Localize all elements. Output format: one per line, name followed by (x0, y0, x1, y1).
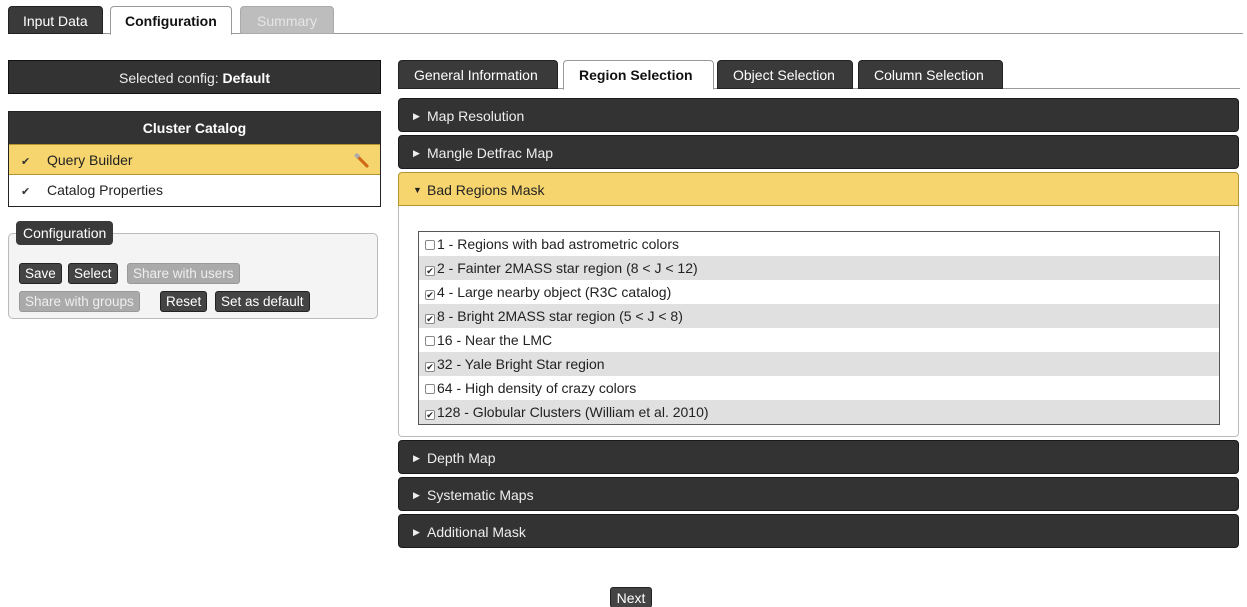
list-item-label: 2 - Fainter 2MASS star region (8 < J < 1… (437, 260, 698, 276)
tab-object-selection[interactable]: Object Selection (717, 60, 853, 89)
bad-regions-list: 1 - Regions with bad astrometric colors … (418, 231, 1220, 425)
caret-right-icon: ▶ (413, 527, 420, 537)
catalog-item-label: Catalog Properties (47, 182, 163, 198)
accordion-systematic-maps[interactable]: ▶ Systematic Maps (398, 477, 1239, 511)
caret-right-icon: ▶ (413, 490, 420, 500)
checkbox[interactable]: ✔ (425, 290, 435, 300)
checkbox[interactable] (425, 240, 435, 250)
checkbox[interactable] (425, 336, 435, 346)
checkbox[interactable]: ✔ (425, 362, 435, 372)
caret-right-icon: ▶ (413, 453, 420, 463)
configuration-legend: Configuration (16, 221, 114, 245)
check-icon: ✔ (21, 156, 31, 168)
top-tab-bar: Input Data Configuration Summary (8, 6, 1243, 35)
tab-column-selection[interactable]: Column Selection (858, 60, 1003, 89)
cluster-catalog-panel: Cluster Catalog ✔ Query Builder ✔ Catalog … (8, 111, 381, 207)
list-item-label: 128 - Globular Clusters (William et al. … (437, 404, 709, 420)
list-item[interactable]: ✔ 4 - Large nearby object (R3C catalog) (419, 280, 1219, 304)
tab-summary[interactable]: Summary (240, 6, 334, 34)
catalog-title: Cluster Catalog (9, 112, 380, 144)
tab-configuration[interactable]: Configuration (110, 6, 232, 35)
selected-config-bar: Selected config: Default (8, 60, 381, 94)
tab-region-selection[interactable]: Region Selection (563, 60, 714, 90)
bad-regions-panel: 1 - Regions with bad astrometric colors … (398, 206, 1239, 437)
tab-input-data[interactable]: Input Data (8, 6, 103, 34)
checkbox[interactable] (425, 384, 435, 394)
check-icon: ✔ (21, 186, 31, 198)
list-item[interactable]: 64 - High density of crazy colors (419, 376, 1219, 400)
list-item[interactable]: 1 - Regions with bad astrometric colors (419, 232, 1219, 256)
list-item[interactable]: ✔ 32 - Yale Bright Star region (419, 352, 1219, 376)
sub-tab-bar: General Information Region Selection Obj… (398, 60, 1240, 90)
share-with-groups-button[interactable]: Share with groups (19, 291, 140, 312)
accordion-label: Mangle Detfrac Map (427, 145, 554, 161)
catalog-item-label: Query Builder (47, 152, 133, 168)
list-item-label: 16 - Near the LMC (437, 332, 553, 348)
catalog-item-catalog-properties[interactable]: ✔ Catalog Properties (9, 175, 380, 206)
accordion-label: Bad Regions Mask (427, 182, 545, 198)
tab-general-information[interactable]: General Information (398, 60, 558, 89)
accordion-label: Map Resolution (427, 108, 525, 124)
selected-config-label: Selected config: (119, 70, 219, 86)
accordion-depth-map[interactable]: ▶ Depth Map (398, 440, 1239, 474)
list-item-label: 1 - Regions with bad astrometric colors (437, 236, 679, 252)
accordion-bad-regions-mask[interactable]: ▼ Bad Regions Mask (398, 172, 1239, 206)
list-item[interactable]: ✔ 8 - Bright 2MASS star region (5 < J < 8… (419, 304, 1219, 328)
accordion-additional-mask[interactable]: ▶ Additional Mask (398, 514, 1239, 548)
share-with-users-button[interactable]: Share with users (127, 263, 240, 284)
caret-right-icon: ▶ (413, 148, 420, 158)
select-button[interactable]: Select (68, 263, 118, 284)
accordion-label: Systematic Maps (427, 487, 534, 503)
checkbox[interactable]: ✔ (425, 410, 435, 420)
set-as-default-button[interactable]: Set as default (215, 291, 310, 312)
list-item[interactable]: 16 - Near the LMC (419, 328, 1219, 352)
checkbox[interactable]: ✔ (425, 266, 435, 276)
list-item[interactable]: ✔ 2 - Fainter 2MASS star region (8 < J < … (419, 256, 1219, 280)
accordion-label: Additional Mask (427, 524, 526, 540)
caret-down-icon: ▼ (413, 185, 422, 195)
reset-button[interactable]: Reset (160, 291, 208, 312)
selected-config-name: Default (222, 70, 270, 86)
catalog-item-query-builder[interactable]: ✔ Query Builder (9, 144, 380, 175)
checkbox[interactable]: ✔ (425, 314, 435, 324)
save-button[interactable]: Save (19, 263, 62, 284)
list-item-label: 32 - Yale Bright Star region (437, 356, 605, 372)
accordion-mangle-detfrac-map[interactable]: ▶ Mangle Detfrac Map (398, 135, 1239, 169)
caret-right-icon: ▶ (413, 111, 420, 121)
list-item-label: 8 - Bright 2MASS star region (5 < J < 8) (437, 308, 683, 324)
list-item[interactable]: ✔ 128 - Globular Clusters (William et al.… (419, 400, 1219, 424)
next-button[interactable]: Next (610, 587, 652, 607)
accordion-map-resolution[interactable]: ▶ Map Resolution (398, 98, 1239, 132)
list-item-label: 64 - High density of crazy colors (437, 380, 637, 396)
list-item-label: 4 - Large nearby object (R3C catalog) (437, 284, 672, 300)
accordion-label: Depth Map (427, 450, 496, 466)
